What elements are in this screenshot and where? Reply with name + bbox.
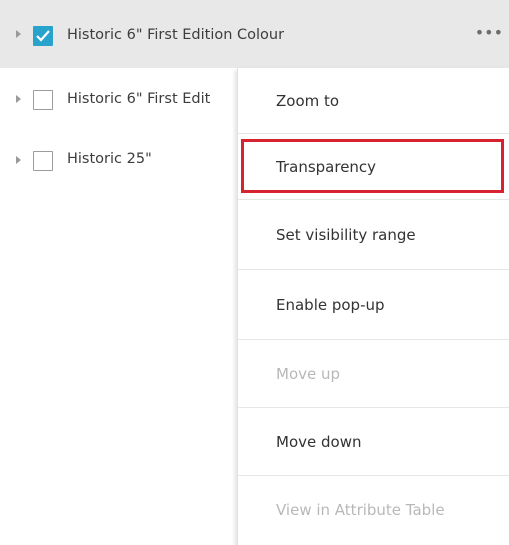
layer-context-menu: Zoom to Transparency Set visibility rang… — [237, 68, 509, 545]
menu-item-transparency[interactable]: Transparency — [238, 134, 509, 200]
menu-item-view-in-attribute-table: View in Attribute Table — [238, 476, 509, 545]
menu-item-label: Move down — [276, 433, 362, 451]
layer-visibility-checkbox[interactable] — [33, 90, 53, 110]
layer-label: Historic 6" First Edition Colour — [67, 27, 285, 43]
layer-visibility-checkbox[interactable] — [33, 151, 53, 171]
menu-item-label: Move up — [276, 365, 341, 383]
more-horizontal-icon[interactable]: ••• — [475, 25, 503, 41]
menu-item-label: Set visibility range — [276, 226, 416, 244]
expand-arrow-icon[interactable] — [16, 30, 21, 38]
expand-arrow-icon[interactable] — [16, 156, 21, 164]
menu-item-move-down[interactable]: Move down — [238, 408, 509, 476]
checkmark-icon — [36, 30, 50, 42]
menu-item-label: Transparency — [276, 158, 377, 176]
layer-label: Historic 6" First Edit — [67, 91, 211, 107]
layer-label: Historic 25" — [67, 151, 152, 167]
layer-row-historic-6-first-edition-colour[interactable]: Historic 6" First Edition Colour ••• — [0, 0, 509, 68]
menu-item-set-visibility-range[interactable]: Set visibility range — [238, 200, 509, 270]
expand-arrow-icon[interactable] — [16, 95, 21, 103]
menu-item-label: Zoom to — [276, 92, 340, 110]
menu-item-move-up: Move up — [238, 340, 509, 408]
menu-item-label: Enable pop-up — [276, 296, 385, 314]
layer-visibility-checkbox[interactable] — [33, 26, 53, 46]
menu-item-label: View in Attribute Table — [276, 501, 445, 519]
menu-item-enable-pop-up[interactable]: Enable pop-up — [238, 270, 509, 340]
menu-item-zoom-to[interactable]: Zoom to — [238, 68, 509, 134]
